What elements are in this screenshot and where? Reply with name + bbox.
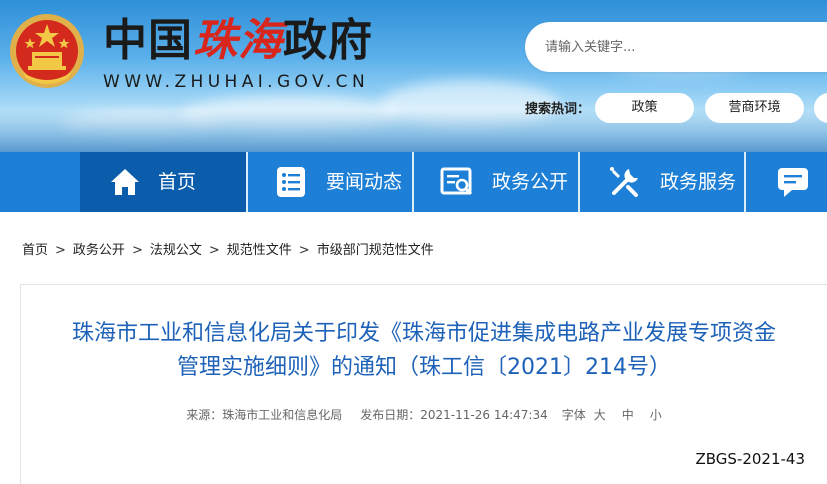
breadcrumb: 首页 > 政务公开 > 法规公文 > 规范性文件 > 市级部门规范性文件	[22, 239, 434, 258]
breadcrumb-separator: >	[55, 243, 66, 258]
site-title-part: 中国	[103, 15, 193, 66]
article-meta: 来源：珠海市工业和信息化局 发布日期：2021-11-26 14:47:34 字体大…	[21, 406, 827, 423]
nav-government-affairs-label: 政务公开	[492, 171, 569, 193]
site-title-part: 政府	[283, 15, 373, 66]
article-title-line: 管理实施细则》的通知（珠工信〔2021〕214号）	[177, 355, 671, 380]
nav-home-label: 首页	[158, 171, 197, 193]
article-title: 珠海市工业和信息化局关于印发《珠海市促进集成电路产业发展专项资金 管理实施细则》…	[21, 317, 827, 385]
site-url: WWW.ZHUHAI.GOV.CN	[103, 72, 370, 92]
header-banner: 中国珠海政府 WWW.ZHUHAI.GOV.CN 搜索热词： 政策 营商环境	[0, 0, 827, 152]
font-size-small-button[interactable]: 小	[650, 406, 662, 423]
breadcrumb-separator: >	[131, 243, 143, 258]
national-emblem-icon[interactable]	[8, 12, 86, 90]
sea-decoration	[0, 110, 827, 152]
hot-tag-business-environment[interactable]: 营商环境	[705, 93, 804, 123]
search-input[interactable]	[545, 36, 825, 58]
nav-news-label: 要闻动态	[326, 171, 403, 193]
nav-interaction[interactable]	[746, 152, 827, 212]
nav-government-services-label: 政务服务	[660, 171, 737, 193]
hot-search-label: 搜索热词：	[525, 102, 591, 117]
breadcrumb-item-municipal-documents[interactable]: 市级部门规范性文件	[317, 239, 434, 258]
nav-government-services[interactable]: 政务服务	[580, 152, 744, 212]
breadcrumb-separator: >	[208, 243, 220, 258]
breadcrumb-separator: >	[298, 243, 310, 258]
breadcrumb-item-normative-documents[interactable]: 规范性文件	[227, 239, 292, 258]
tools-icon	[610, 167, 638, 197]
font-size-large-button[interactable]: 大	[594, 406, 606, 423]
date-value: 2021-11-26 14:47:34	[420, 408, 548, 422]
nav-home[interactable]: 首页	[80, 152, 246, 212]
search-box[interactable]	[525, 22, 827, 72]
site-title-city: 珠海	[193, 15, 283, 66]
breadcrumb-item-government-affairs[interactable]: 政务公开	[73, 239, 125, 258]
main-nav: 首页 要闻动态 政务公开 政务服务	[0, 152, 827, 212]
breadcrumb-item-home[interactable]: 首页	[22, 239, 48, 258]
document-search-icon	[440, 167, 473, 196]
list-icon	[277, 167, 305, 197]
chat-icon	[778, 168, 808, 197]
document-number: ZBGS-2021-43	[695, 450, 805, 468]
font-size-label: 字体	[561, 408, 586, 422]
site-title[interactable]: 中国珠海政府	[103, 14, 373, 68]
home-icon	[111, 169, 139, 195]
date-label: 发布日期：	[360, 408, 421, 422]
source-value: 珠海市工业和信息化局	[222, 408, 343, 422]
source-label: 来源：	[186, 408, 223, 422]
nav-government-affairs[interactable]: 政务公开	[414, 152, 578, 212]
hot-tag-policy[interactable]: 政策	[595, 93, 694, 123]
nav-news[interactable]: 要闻动态	[248, 152, 412, 212]
font-size-medium-button[interactable]: 中	[622, 406, 634, 423]
article-title-line: 珠海市工业和信息化局关于印发《珠海市促进集成电路产业发展专项资金	[71, 321, 776, 346]
breadcrumb-item-regulations[interactable]: 法规公文	[150, 239, 202, 258]
